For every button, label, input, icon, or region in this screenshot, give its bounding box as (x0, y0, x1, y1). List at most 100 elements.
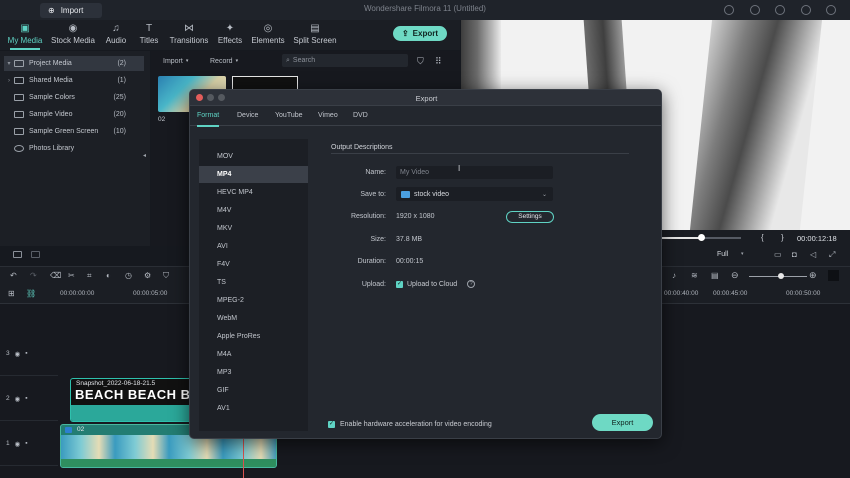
tab-youtube[interactable]: YouTube (275, 112, 303, 119)
download-icon[interactable] (826, 5, 836, 15)
folder-icon[interactable] (31, 251, 40, 258)
module-tabs: ▣ My Media ◉ Stock Media ♫ Audio T Title… (0, 20, 460, 50)
settings-button[interactable]: Settings (506, 211, 554, 223)
format-item-ts[interactable]: TS (199, 274, 308, 291)
tab-elements[interactable]: ◎ Elements (249, 20, 287, 50)
cut-icon[interactable]: ✂ (68, 271, 75, 280)
lock-icon[interactable]: ▪ (25, 350, 27, 357)
bracket-in-icon[interactable]: { (761, 233, 764, 242)
lock-icon[interactable]: ▪ (25, 440, 27, 447)
name-label: Name: (365, 169, 386, 176)
zoom-slider-knob[interactable] (778, 273, 784, 279)
name-input[interactable]: My Video (396, 166, 553, 179)
tab-audio[interactable]: ♫ Audio (101, 20, 131, 50)
tab-format[interactable]: Format (197, 112, 220, 127)
upload-to-cloud-checkbox[interactable]: ✓ Upload to Cloud ? (396, 280, 476, 288)
format-item-mpeg-2[interactable]: MPEG-2 (199, 292, 308, 309)
format-item-mkv[interactable]: MKV (199, 220, 308, 237)
cloud-icon[interactable] (724, 5, 734, 15)
grid-view-icon[interactable]: ⠿ (435, 56, 442, 67)
format-item-mp4[interactable]: MP4 (199, 166, 308, 183)
eye-icon[interactable]: ◉ (15, 350, 21, 358)
format-item-m4v[interactable]: M4V (199, 202, 308, 219)
tab-device[interactable]: Device (237, 112, 258, 119)
timeline-clip-snapshot[interactable]: Snapshot_2022-06-18-21.5 BEACH BEACH B (70, 378, 192, 422)
adjust-icon[interactable]: ⚙ (144, 271, 151, 280)
sidebar-item-sample-video[interactable]: Sample Video (20) (4, 107, 144, 122)
hw-accel-checkbox[interactable]: ✓ Enable hardware acceleration for video… (328, 421, 492, 428)
marker-icon[interactable]: ⛉ (163, 271, 169, 281)
search-input[interactable]: ⌕ Search (282, 54, 408, 67)
caption-icon[interactable]: ▤ (711, 271, 719, 280)
fullscreen-icon[interactable]: ⤢ (829, 250, 835, 260)
export-tabs: Format Device YouTube Vimeo DVD (190, 106, 661, 127)
sidebar-item-label: Sample Video (29, 111, 73, 118)
format-item-av1[interactable]: AV1 (199, 400, 308, 417)
format-item-mov[interactable]: MOV (199, 148, 308, 165)
zoom-in-icon[interactable]: ⊕ (809, 270, 817, 281)
notification-icon[interactable] (750, 5, 760, 15)
sidebar-item-shared-media[interactable]: › Shared Media (1) (4, 73, 144, 88)
sidebar-item-sample-colors[interactable]: Sample Colors (25) (4, 90, 144, 105)
collapse-panel-icon[interactable]: ◂ (143, 152, 146, 159)
save-to-label: Save to: (360, 191, 386, 198)
feedback-icon[interactable] (801, 5, 811, 15)
tab-split-screen[interactable]: ▤ Split Screen (291, 20, 339, 50)
format-item-f4v[interactable]: F4V (199, 256, 308, 273)
format-item-mp3[interactable]: MP3 (199, 364, 308, 381)
eye-icon[interactable]: ◉ (15, 440, 21, 448)
sidebar-item-sample-green-screen[interactable]: Sample Green Screen (10) (4, 124, 144, 139)
link-icon[interactable]: ⛓ (26, 289, 36, 298)
chevron-down-icon: ▾ (741, 251, 744, 257)
format-item-webm[interactable]: WebM (199, 310, 308, 327)
help-icon[interactable]: ? (467, 280, 476, 288)
zoom-out-icon[interactable]: ⊖ (731, 270, 739, 281)
export-button[interactable]: Export (592, 414, 653, 431)
bracket-out-icon[interactable]: } (781, 233, 784, 242)
format-item-apple-prores[interactable]: Apple ProRes (199, 328, 308, 345)
mix-icon[interactable]: ≋ (691, 271, 698, 280)
format-item-hevc-mp4[interactable]: HEVC MP4 (199, 184, 308, 201)
tab-transitions[interactable]: ⋈ Transitions (167, 20, 211, 50)
undo-icon[interactable]: ↶ (10, 271, 17, 280)
stock-icon: ◉ (68, 23, 78, 34)
quality-select[interactable]: Full (717, 251, 728, 258)
filter-icon[interactable]: ⛉ (417, 56, 424, 67)
add-track-icon[interactable]: ⊞ (8, 289, 15, 298)
delete-icon[interactable]: ⌫ (50, 271, 61, 280)
split-screen-icon: ▤ (310, 23, 320, 34)
record-dropdown[interactable]: Record ▾ (210, 55, 238, 67)
speed-icon[interactable]: ◷ (125, 271, 132, 280)
tab-dvd[interactable]: DVD (353, 112, 368, 119)
camera-icon[interactable]: ◘ (792, 250, 797, 259)
search-icon: ⌕ (286, 56, 290, 64)
color-icon[interactable]: ◐ (106, 271, 111, 280)
import-button[interactable]: ⊕ Import (40, 3, 102, 18)
tab-stock-media[interactable]: ◉ Stock Media (48, 20, 98, 50)
sync-icon[interactable] (775, 5, 785, 15)
save-to-select[interactable]: stock video ⌄ (396, 187, 553, 201)
lock-icon[interactable]: ▪ (25, 395, 27, 402)
sidebar-item-photos-library[interactable]: Photos Library (4, 141, 144, 156)
mic-icon[interactable]: ♪ (672, 271, 676, 280)
volume-icon[interactable]: ◁ (810, 250, 816, 259)
format-item-avi[interactable]: AVI (199, 238, 308, 255)
timeline-view-icon[interactable] (828, 270, 839, 281)
new-folder-icon[interactable] (13, 251, 22, 258)
tab-vimeo[interactable]: Vimeo (318, 112, 338, 119)
tab-label: Split Screen (293, 36, 337, 45)
sidebar-item-project-media[interactable]: ▾ Project Media (2) (4, 56, 144, 71)
import-dropdown[interactable]: Import ▾ (163, 55, 188, 67)
tab-my-media[interactable]: ▣ My Media (4, 20, 46, 50)
redo-icon[interactable]: ↷ (30, 271, 37, 280)
format-item-m4a[interactable]: M4A (199, 346, 308, 363)
import-label: Import (60, 6, 84, 15)
monitor-icon[interactable]: ▭ (774, 250, 782, 259)
crop-icon[interactable]: ⌗ (87, 271, 92, 281)
export-top-button[interactable]: ⇪ Export (393, 26, 447, 41)
format-item-gif[interactable]: GIF (199, 382, 308, 399)
eye-icon[interactable]: ◉ (15, 395, 21, 403)
tab-titles[interactable]: T Titles (135, 20, 163, 50)
tab-effects[interactable]: ✦ Effects (214, 20, 246, 50)
progress-knob[interactable] (698, 234, 705, 241)
